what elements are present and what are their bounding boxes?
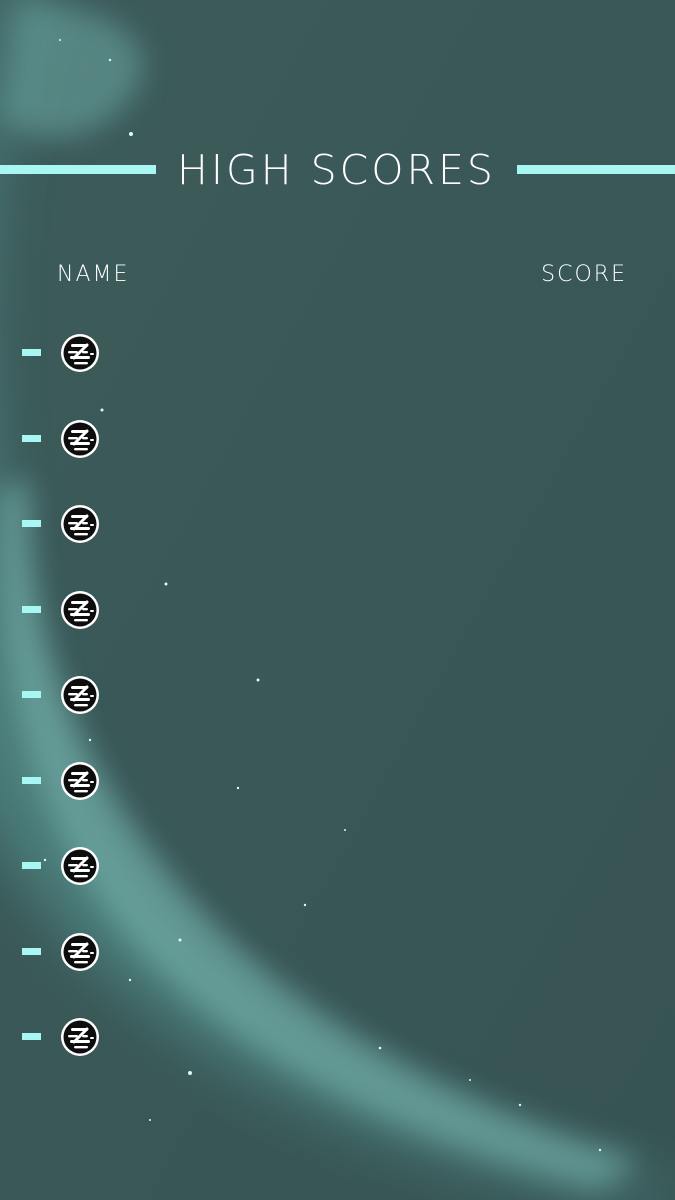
game-logo-icon <box>61 676 99 714</box>
high-scores-screen: HIGH SCORES NAME SCORE <box>0 0 675 1200</box>
rank-dash-marker <box>22 520 41 527</box>
score-row <box>0 1016 675 1060</box>
score-row <box>0 589 675 633</box>
rank-dash-marker <box>22 948 41 955</box>
score-row <box>0 931 675 975</box>
score-row <box>0 674 675 718</box>
rank-dash-marker <box>22 777 41 784</box>
score-row <box>0 418 675 462</box>
title-bar-right <box>517 165 675 174</box>
score-row <box>0 332 675 376</box>
score-row <box>0 760 675 804</box>
score-row <box>0 845 675 889</box>
column-header-score: SCORE <box>541 262 627 287</box>
game-logo-icon <box>61 334 99 372</box>
game-logo-icon <box>61 847 99 885</box>
game-logo-icon <box>61 420 99 458</box>
game-logo-icon <box>61 505 99 543</box>
rank-dash-marker <box>22 435 41 442</box>
game-logo-icon <box>61 762 99 800</box>
title-row: HIGH SCORES <box>0 140 675 200</box>
rank-dash-marker <box>22 862 41 869</box>
title-bar-left <box>0 165 156 174</box>
rank-dash-marker <box>22 349 41 356</box>
page-title: HIGH SCORES <box>177 146 496 194</box>
rank-dash-marker <box>22 606 41 613</box>
column-header-name: NAME <box>57 262 130 287</box>
rank-dash-marker <box>22 1033 41 1040</box>
game-logo-icon <box>61 591 99 629</box>
game-logo-icon <box>61 933 99 971</box>
rank-dash-marker <box>22 691 41 698</box>
game-logo-icon <box>61 1018 99 1056</box>
score-row <box>0 503 675 547</box>
